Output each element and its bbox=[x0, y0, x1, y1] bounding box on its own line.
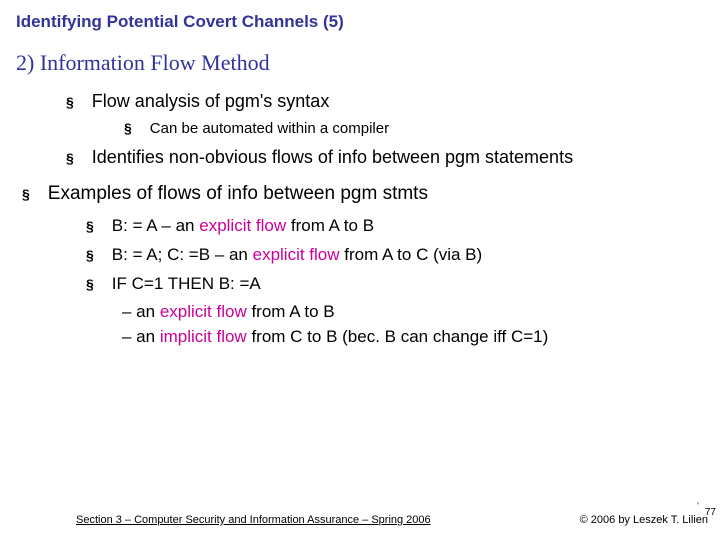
list-text: – an explicit flow from A to B bbox=[122, 301, 335, 324]
list-item: – an implicit flow from C to B (bec. B c… bbox=[16, 326, 704, 349]
bullet-icon: § bbox=[86, 247, 94, 263]
list-text: – an implicit flow from C to B (bec. B c… bbox=[122, 326, 548, 349]
list-item: § Flow analysis of pgm's syntax bbox=[16, 90, 704, 113]
bullet-icon: § bbox=[86, 218, 94, 234]
bullet-icon: § bbox=[86, 276, 94, 292]
list-text: IF C=1 THEN B: =A bbox=[112, 273, 261, 296]
list-item: – an explicit flow from A to B bbox=[16, 301, 704, 324]
footer-left: Section 3 – Computer Security and Inform… bbox=[76, 514, 431, 526]
bullet-icon: § bbox=[66, 94, 74, 110]
list-text: Flow analysis of pgm's syntax bbox=[92, 90, 330, 113]
footer-right: © 2006 by Leszek T. Lilien bbox=[580, 514, 708, 526]
list-item: § B: = A – an explicit flow from A to B bbox=[16, 215, 704, 238]
list-item: § IF C=1 THEN B: =A bbox=[16, 273, 704, 296]
list-text: Can be automated within a compiler bbox=[150, 119, 389, 139]
slide-title: Identifying Potential Covert Channels (5… bbox=[16, 12, 704, 32]
list-item: § Examples of flows of info between pgm … bbox=[16, 181, 704, 207]
list-item: § Can be automated within a compiler bbox=[16, 119, 704, 139]
page-number: '77 bbox=[697, 507, 716, 518]
list-text: B: = A; C: =B – an explicit flow from A … bbox=[112, 244, 482, 267]
list-item: § B: = A; C: =B – an explicit flow from … bbox=[16, 244, 704, 267]
section-heading: 2) Information Flow Method bbox=[16, 50, 704, 76]
list-item: § Identifies non-obvious flows of info b… bbox=[16, 146, 704, 169]
list-text: Examples of flows of info between pgm st… bbox=[48, 181, 428, 207]
bullet-icon: § bbox=[22, 186, 30, 202]
footer: Section 3 – Computer Security and Inform… bbox=[0, 514, 720, 526]
list-text: B: = A – an explicit flow from A to B bbox=[112, 215, 374, 238]
list-text: Identifies non-obvious flows of info bet… bbox=[92, 146, 573, 169]
bullet-icon: § bbox=[124, 120, 132, 136]
bullet-icon: § bbox=[66, 150, 74, 166]
